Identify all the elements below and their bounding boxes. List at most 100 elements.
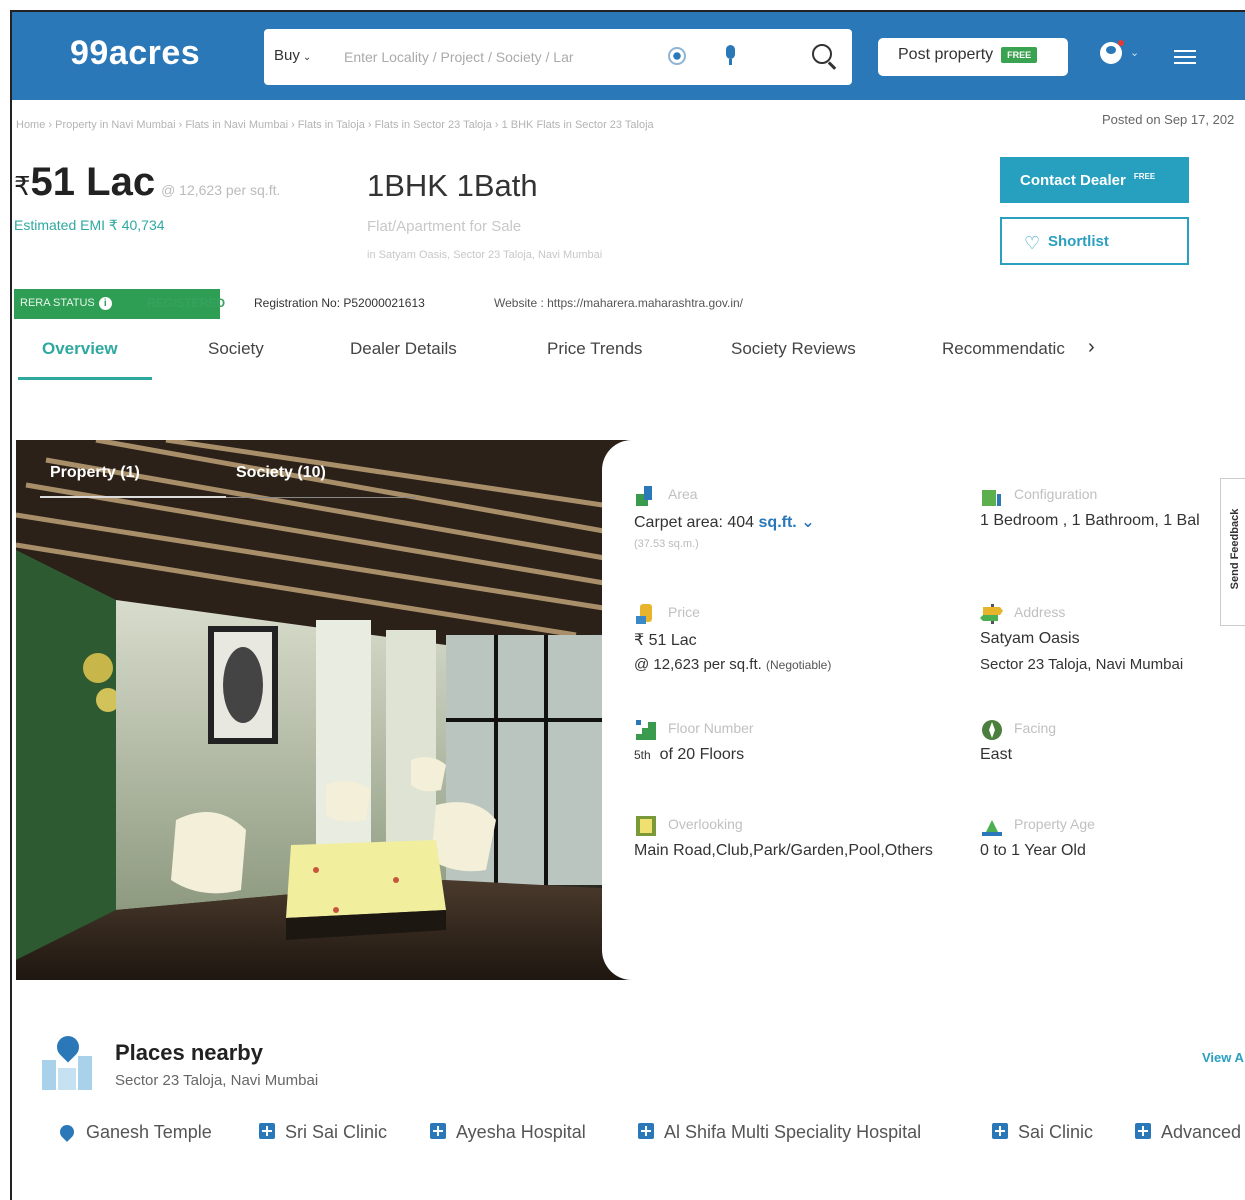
building-age-icon [982,820,1002,836]
shortlist-button[interactable]: ♡ Shortlist [1000,217,1189,265]
overlooking-label: Overlooking [668,816,743,832]
chevron-down-icon: ⌄ [302,52,312,63]
configuration-label: Configuration [1014,486,1098,502]
area-label: Area [668,486,698,502]
medical-cross-icon [638,1123,654,1139]
places-nearby-subtitle: Sector 23 Taloja, Navi Mumbai [115,1072,319,1089]
post-property-button[interactable]: Post property FREE [878,38,1068,76]
floor-total: of 20 Floors [659,746,745,763]
floor-label: Floor Number [668,720,754,736]
chevron-right-icon[interactable]: › [1088,336,1095,359]
address-society: Satyam Oasis [980,630,1080,647]
place-item[interactable]: Sai Clinic [992,1122,1093,1143]
section-tabs: Overview Society Dealer Details Price Tr… [12,334,1245,384]
tab-society[interactable]: Society [208,339,264,359]
send-feedback-tab[interactable]: Send Feedback [1220,478,1245,626]
post-property-label: Post property [898,46,994,63]
price: ₹51 Lac @ 12,623 per sq.ft. [14,160,280,205]
gallery-tab-indicator [40,496,226,498]
place-label: Sri Sai Clinic [285,1122,388,1142]
facing-value: East [980,746,1013,763]
free-badge: FREE [1133,172,1156,181]
property-type: Flat/Apartment for Sale [367,218,522,235]
configuration-value: 1 Bedroom , 1 Bathroom, 1 Bal [980,512,1200,529]
tab-society-reviews[interactable]: Society Reviews [731,339,856,359]
window-icon [636,816,656,836]
location-target-icon[interactable] [668,47,686,65]
places-nearby-title: Places nearby [115,1040,263,1065]
carpet-area: Carpet area: 404 [634,514,755,531]
header: 99acres Buy⌄ Post propertyFREE ⌄ [12,12,1245,100]
place-label: Sai Clinic [1018,1122,1094,1142]
contact-dealer-label: Contact Dealer [1020,172,1126,189]
price-psf-value: @ 12,623 per sq.ft. [634,656,762,673]
place-label: Al Shifa Multi Speciality Hospital [664,1122,922,1142]
property-age-value: 0 to 1 Year Old [980,842,1086,859]
price-amount: 51 Lac [30,160,156,204]
price-tag-icon [636,604,652,624]
place-item[interactable]: Ganesh Temple [57,1122,212,1143]
area-value: Carpet area: 404 sq.ft. ⌄ [634,512,815,532]
contact-dealer-button[interactable]: Contact Dealer FREE [1000,157,1189,203]
medical-cross-icon [992,1123,1008,1139]
notification-dot [1118,40,1124,46]
info-icon[interactable]: i [98,297,112,310]
breadcrumb[interactable]: Home › Property in Navi Mumbai › Flats i… [16,119,654,131]
address-label: Address [1014,604,1066,620]
hamburger-menu-icon[interactable] [1174,50,1196,64]
price-per-sqft: @ 12,623 per sq.ft. [161,182,281,198]
buy-label: Buy [274,47,300,64]
signpost-icon [980,604,1003,624]
tab-recommendations[interactable]: Recommendatic [942,339,1065,359]
property-age-label: Property Age [1014,816,1095,832]
free-badge: FREE [1001,46,1038,63]
medical-cross-icon [259,1123,275,1139]
lounge-photo [16,440,638,980]
search-icon[interactable] [810,42,838,70]
configuration-icon [982,490,1001,506]
price-label: Price [668,604,700,620]
estimated-emi-link[interactable]: Estimated EMI ₹ 40,734 [14,217,165,234]
property-address: in Satyam Oasis, Sector 23 Taloja, Navi … [367,249,603,261]
tab-dealer-details[interactable]: Dealer Details [350,339,457,359]
search-input[interactable] [344,43,644,71]
place-item[interactable]: Ayesha Hospital [430,1122,586,1143]
area-icon [636,486,652,506]
rera-label: RERA STATUS [20,297,95,309]
gallery-tab-divider [226,497,416,498]
gallery-tab-property[interactable]: Property (1) [50,464,140,482]
location-pin-icon [57,1122,77,1142]
floor-value: 5th of 20 Floors [634,746,744,764]
compass-icon [982,720,1002,740]
map-pin-buildings-icon [42,1031,94,1090]
gallery-tab-society[interactable]: Society (10) [236,464,326,482]
image-edge-mask [602,440,638,980]
view-all-link[interactable]: View A [1202,1050,1244,1065]
place-item[interactable]: Advanced [1135,1122,1241,1143]
registration-number: Registration No: P52000021613 [254,296,425,310]
area-sqm: (37.53 sq.m.) [634,538,699,550]
place-item[interactable]: Al Shifa Multi Speciality Hospital [638,1122,921,1143]
rera-registered: REGISTERED [147,296,226,310]
buy-dropdown[interactable]: Buy ⌄ [274,47,311,64]
area-unit-dropdown[interactable]: sq.ft. ⌄ [759,514,815,531]
rera-website[interactable]: Website : https://maharera.maharashtra.g… [494,296,743,310]
tab-price-trends[interactable]: Price Trends [547,339,642,359]
posted-date: Posted on Sep 17, 202 [1102,112,1235,127]
microphone-icon[interactable] [724,45,736,67]
search-bar: Buy ⌄ [264,29,852,85]
heart-icon: ♡ [1024,233,1041,253]
address-locality: Sector 23 Taloja, Navi Mumbai [980,656,1184,673]
logo[interactable]: 99acres [70,34,200,73]
chevron-down-icon[interactable]: ⌄ [1130,46,1139,59]
stairs-icon [636,720,656,740]
tab-overview[interactable]: Overview [42,339,118,359]
price-value: ₹ 51 Lac [634,632,697,649]
price-per-sqft-detail: @ 12,623 per sq.ft. (Negotiable) [634,656,831,673]
place-item[interactable]: Sri Sai Clinic [259,1122,387,1143]
place-label: Ganesh Temple [86,1122,212,1142]
property-image[interactable]: Property (1) Society (10) [16,440,638,980]
area-unit: sq.ft. [758,514,797,531]
place-label: Ayesha Hospital [456,1122,586,1142]
medical-cross-icon [1135,1123,1151,1139]
